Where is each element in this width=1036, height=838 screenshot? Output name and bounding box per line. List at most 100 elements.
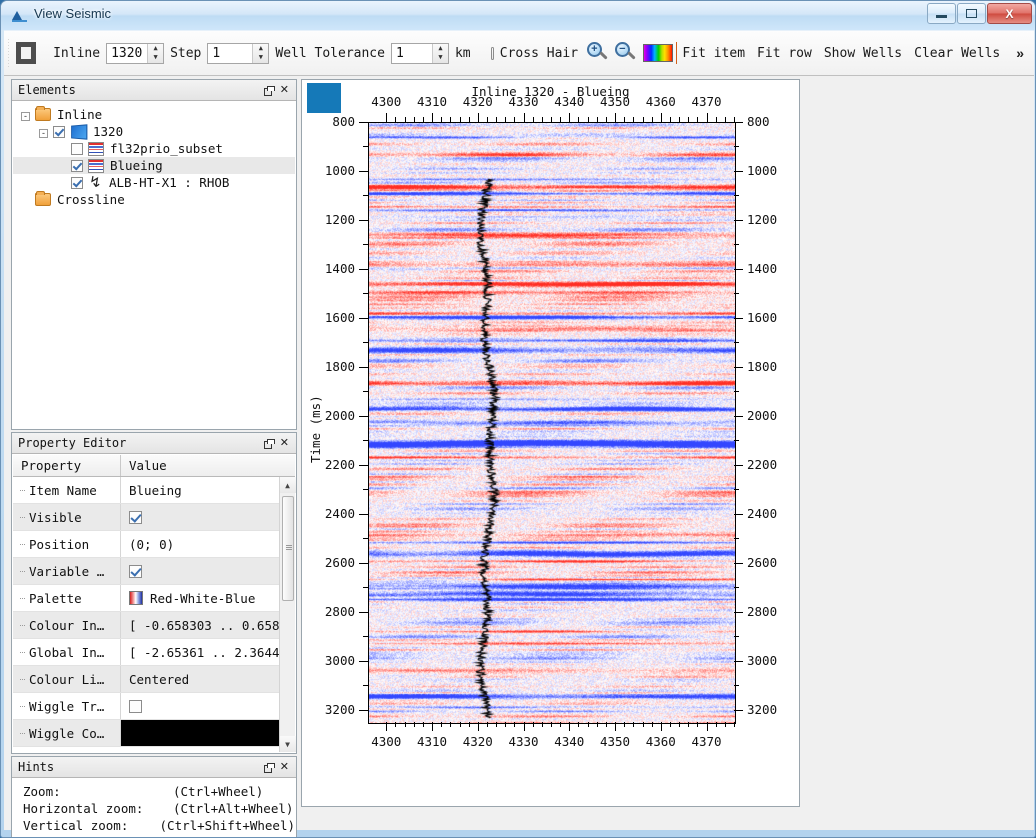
property-row[interactable]: Variable … — [13, 558, 295, 585]
property-value[interactable]: [ -2.65361 .. 2.36444… — [121, 639, 295, 665]
toolbar-grip-2[interactable] — [43, 38, 44, 68]
elements-tree[interactable]: -Inline-1320fl32prio_subsetBlueingALB-HT… — [13, 102, 295, 428]
property-name: Visible — [13, 504, 121, 530]
well-tolerance-spinner-arrows[interactable]: ▲ ▼ — [432, 44, 448, 63]
x-minor-tick — [716, 117, 717, 122]
x-minor-tick-bottom — [734, 722, 735, 727]
minimize-button[interactable] — [927, 3, 956, 24]
collapse-icon[interactable]: - — [39, 129, 48, 138]
property-value-checkbox[interactable] — [129, 565, 142, 578]
y-major-tick-right — [734, 416, 743, 417]
property-editor-title-label: Property Editor — [18, 436, 126, 450]
fit-row-button[interactable]: Fit row — [751, 46, 818, 61]
tree-item[interactable]: ALB-HT-X1 : RHOB — [13, 174, 295, 191]
inline-spinner[interactable]: ▲ ▼ — [106, 43, 164, 64]
scroll-thumb[interactable] — [282, 496, 294, 601]
y-tick-label-right: 2000 — [747, 408, 792, 423]
property-row[interactable]: Colour Li…Centered — [13, 666, 295, 693]
property-row[interactable]: Colour In…[ -0.658303 .. 0.6583… — [13, 612, 295, 639]
well-tolerance-spin-up[interactable]: ▲ — [433, 44, 448, 54]
maximize-button[interactable] — [957, 3, 986, 24]
wiggle-colour-swatch[interactable] — [121, 720, 295, 746]
y-minor-tick — [363, 195, 368, 196]
property-value[interactable]: (0; 0) — [121, 531, 295, 557]
step-spinner[interactable]: ▲ ▼ — [207, 43, 269, 64]
toolbar-overflow-chevron[interactable]: » — [1006, 45, 1034, 61]
y-minor-tick-right — [734, 293, 739, 294]
select-mode-button[interactable] — [15, 36, 37, 70]
zoom-out-button[interactable]: − — [614, 36, 638, 70]
show-wells-button[interactable]: Show Wells — [818, 46, 908, 61]
scroll-down-arrow[interactable]: ▼ — [280, 736, 296, 752]
toolbar-grip[interactable] — [8, 38, 9, 68]
property-value[interactable]: Centered — [121, 666, 295, 692]
palette-button[interactable] — [642, 36, 674, 70]
application-window: View Seismic X Inline ▲ ▼ Step — [0, 0, 1036, 838]
inline-spin-down[interactable]: ▼ — [148, 53, 163, 63]
y-major-tick-right — [734, 612, 743, 613]
property-row[interactable]: Item NameBlueing — [13, 477, 295, 504]
tree-item-checkbox[interactable] — [71, 177, 83, 189]
collapse-icon[interactable]: - — [21, 112, 30, 121]
property-value[interactable] — [121, 693, 295, 719]
tree-item[interactable]: -Inline — [13, 106, 295, 123]
tree-expander[interactable]: - — [39, 124, 53, 139]
folder-icon — [35, 193, 51, 206]
tree-item-checkbox[interactable] — [71, 143, 83, 155]
x-tick-label: 4310 — [408, 94, 456, 109]
well-tolerance-input[interactable] — [392, 44, 432, 63]
tree-item[interactable]: fl32prio_subset — [13, 140, 295, 157]
scroll-up-arrow[interactable]: ▲ — [280, 477, 296, 493]
property-row[interactable]: Global In…[ -2.65361 .. 2.36444… — [13, 639, 295, 666]
inline-spin-up[interactable]: ▲ — [148, 44, 163, 54]
x-minor-tick-bottom — [441, 722, 442, 727]
property-editor-scrollbar[interactable]: ▲ ▼ — [279, 477, 295, 752]
property-editor-float-icon[interactable] — [264, 439, 273, 448]
x-minor-tick-bottom — [505, 722, 506, 727]
property-value[interactable]: [ -0.658303 .. 0.6583… — [121, 612, 295, 638]
property-value[interactable]: Red-White-Blue — [121, 585, 295, 611]
elements-close-icon[interactable]: ✕ — [280, 86, 289, 95]
tree-item[interactable]: -1320 — [13, 123, 295, 140]
property-value-checkbox[interactable] — [129, 511, 142, 524]
property-editor-header: Property Value — [13, 455, 295, 477]
tree-item[interactable]: Crossline — [13, 191, 295, 208]
elements-float-icon[interactable] — [264, 86, 273, 95]
tree-item-checkbox[interactable] — [53, 126, 65, 138]
property-row[interactable]: Wiggle Tr… — [13, 693, 295, 720]
close-button[interactable]: X — [987, 3, 1032, 24]
zoom-in-button[interactable]: + — [586, 36, 610, 70]
seismic-plot-panel[interactable]: Inline 1320 - Blueing Time (ms) 43004300… — [301, 79, 800, 807]
step-input[interactable] — [208, 44, 252, 63]
step-spin-down[interactable]: ▼ — [253, 53, 268, 63]
property-value-checkbox[interactable] — [129, 700, 142, 713]
fit-item-button[interactable]: Fit item — [676, 46, 751, 61]
tree-item-checkbox[interactable] — [71, 160, 83, 172]
property-value[interactable] — [121, 558, 295, 584]
property-editor-panel: Property Editor ✕ Property Value Item Na… — [11, 432, 297, 754]
property-row[interactable]: Visible — [13, 504, 295, 531]
inline-spinner-arrows[interactable]: ▲ ▼ — [147, 44, 163, 63]
property-row[interactable]: Wiggle Co… — [13, 720, 295, 747]
seismic-image[interactable] — [368, 122, 736, 724]
hints-close-icon[interactable]: ✕ — [280, 763, 289, 772]
clear-wells-button[interactable]: Clear Wells — [908, 46, 1006, 61]
tree-expander[interactable]: - — [21, 107, 35, 122]
property-value[interactable] — [121, 504, 295, 530]
property-row[interactable]: PaletteRed-White-Blue — [13, 585, 295, 612]
tree-item[interactable]: Blueing — [13, 157, 295, 174]
cross-hair-checkbox[interactable] — [491, 47, 494, 60]
property-editor-close-icon[interactable]: ✕ — [280, 439, 289, 448]
property-row[interactable]: Position(0; 0) — [13, 531, 295, 558]
well-tolerance-spinner[interactable]: ▲ ▼ — [391, 43, 449, 64]
step-spin-up[interactable]: ▲ — [253, 44, 268, 54]
y-major-tick — [359, 612, 368, 613]
hints-list: Zoom:(Ctrl+Wheel)Horizontal zoom:(Ctrl+A… — [13, 779, 295, 838]
inline-input[interactable] — [107, 44, 147, 63]
property-name: Palette — [13, 585, 121, 611]
property-name: Global In… — [13, 639, 121, 665]
step-spinner-arrows[interactable]: ▲ ▼ — [252, 44, 268, 63]
hints-float-icon[interactable] — [264, 763, 273, 772]
property-value[interactable]: Blueing — [121, 477, 295, 503]
well-tolerance-spin-down[interactable]: ▼ — [433, 53, 448, 63]
